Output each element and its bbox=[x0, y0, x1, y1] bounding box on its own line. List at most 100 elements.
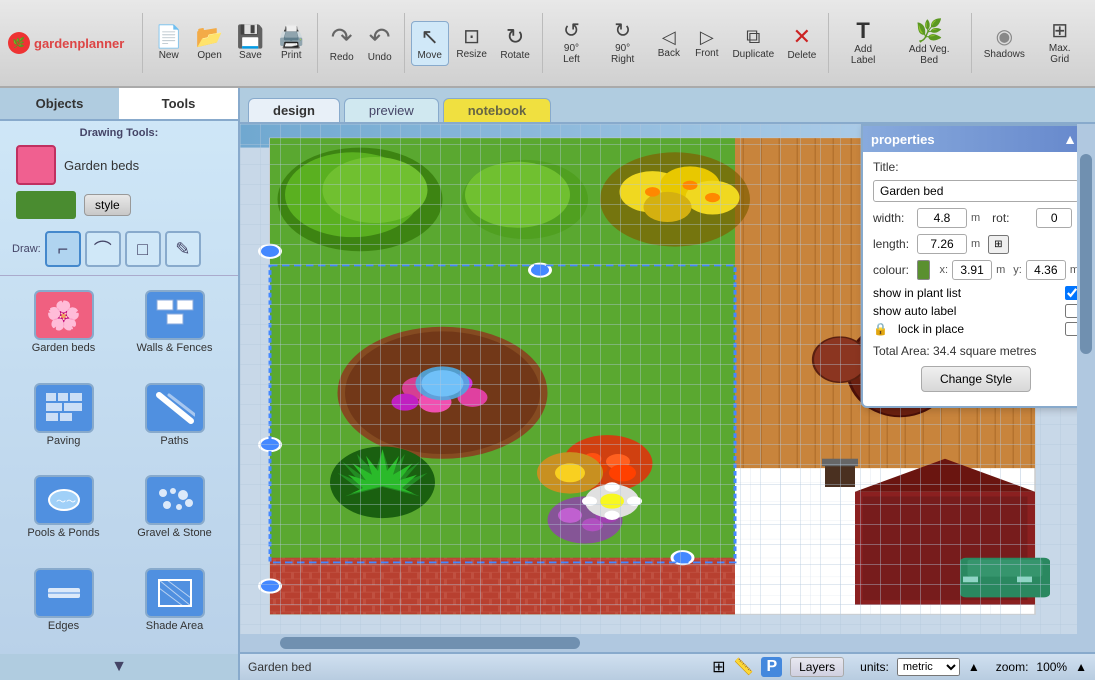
logo-icon: 🌿 bbox=[8, 32, 30, 54]
tool-duplicate[interactable]: ⧉ Duplicate bbox=[727, 23, 780, 64]
zoom-value: 100% bbox=[1036, 660, 1067, 674]
units-arrow: ▲ bbox=[968, 660, 980, 674]
max-grid-label: Max. Grid bbox=[1038, 43, 1080, 65]
bed-green-preview bbox=[16, 191, 76, 219]
toolbar-separator-5 bbox=[828, 13, 829, 73]
show-auto-label-label: show auto label bbox=[873, 304, 1059, 318]
tool-item-walls-fences[interactable]: Walls & Fences bbox=[123, 284, 226, 369]
tool-open[interactable]: 📂 Open bbox=[190, 22, 229, 65]
scroll-indicator: ▼ bbox=[0, 654, 238, 680]
tool-add-veg-bed[interactable]: 🌿 Add Veg. Bed bbox=[893, 16, 965, 70]
p-icon[interactable]: P bbox=[761, 657, 782, 677]
tool-move[interactable]: ↖ Move bbox=[411, 21, 449, 66]
tool-item-gravel-stone[interactable]: Gravel & Stone bbox=[123, 469, 226, 554]
save-icon: 💾 bbox=[237, 26, 264, 48]
length-adjust-btn[interactable]: ⊞ bbox=[988, 235, 1008, 254]
tool-front[interactable]: ▷ Front bbox=[689, 24, 725, 63]
garden-bed-label: Garden beds bbox=[64, 158, 139, 173]
handle-3 bbox=[260, 579, 281, 592]
horizontal-scrollbar-thumb[interactable] bbox=[280, 637, 580, 649]
canvas-wrapper[interactable]: properties ▲ Title: width: m rot: bbox=[240, 124, 1095, 652]
walls-fences-svg bbox=[155, 298, 195, 332]
colour-label: colour: bbox=[873, 263, 913, 277]
colour-picker[interactable] bbox=[917, 260, 930, 280]
title-input[interactable] bbox=[873, 180, 1079, 202]
tool-add-label[interactable]: T Add Label bbox=[835, 16, 891, 70]
max-grid-icon: ⊞ bbox=[1051, 21, 1068, 41]
tool-shadows[interactable]: ◉ Shadows bbox=[978, 23, 1030, 64]
status-garden-bed-label: Garden bed bbox=[248, 660, 704, 674]
left-panel: Objects Tools Drawing Tools: Garden beds… bbox=[0, 88, 240, 680]
tool-item-edges[interactable]: Edges bbox=[12, 562, 115, 647]
title-label: Title: bbox=[873, 160, 913, 174]
horizontal-scrollbar[interactable] bbox=[240, 634, 1095, 652]
tool-delete[interactable]: ✕ Delete bbox=[782, 22, 822, 65]
draw-square-btn[interactable]: □ bbox=[125, 231, 161, 267]
y-input[interactable] bbox=[1026, 260, 1066, 280]
tool-resize[interactable]: ⊡ Resize bbox=[451, 23, 493, 64]
shade-area-svg bbox=[155, 576, 195, 610]
draw-curve-btn[interactable]: ⌒ bbox=[85, 231, 121, 267]
panel-tabs: Objects Tools bbox=[0, 88, 238, 121]
style-button[interactable]: style bbox=[84, 194, 131, 216]
tab-design[interactable]: design bbox=[248, 98, 340, 122]
tool-item-pools-ponds[interactable]: 〜〜 Pools & Ponds bbox=[12, 469, 115, 554]
tab-tools[interactable]: Tools bbox=[119, 88, 238, 119]
vertical-scrollbar-thumb[interactable] bbox=[1080, 154, 1092, 354]
tab-preview[interactable]: preview bbox=[344, 98, 439, 122]
shadows-icon: ◉ bbox=[996, 27, 1013, 47]
ruler-icon[interactable]: 📏 bbox=[734, 657, 754, 677]
properties-body: Title: width: m rot: length: bbox=[863, 152, 1089, 406]
tool-undo[interactable]: ↶ Undo bbox=[362, 20, 398, 67]
duplicate-icon: ⧉ bbox=[746, 27, 760, 47]
units-select[interactable]: metric imperial bbox=[897, 658, 960, 676]
tool-item-garden-beds[interactable]: 🌸 Garden beds bbox=[12, 284, 115, 369]
app-name: gardenplanner bbox=[34, 36, 124, 51]
change-style-button[interactable]: Change Style bbox=[921, 366, 1031, 392]
length-input[interactable] bbox=[917, 234, 967, 254]
lock-in-place-label: lock in place bbox=[898, 322, 1059, 336]
main-area: Objects Tools Drawing Tools: Garden beds… bbox=[0, 88, 1095, 680]
delete-label: Delete bbox=[787, 50, 816, 61]
rot-input[interactable] bbox=[1036, 208, 1072, 228]
draw-freehand-btn[interactable]: ✎ bbox=[165, 231, 201, 267]
width-input[interactable] bbox=[917, 208, 967, 228]
vertical-scrollbar[interactable] bbox=[1077, 124, 1095, 634]
print-label: Print bbox=[281, 50, 302, 61]
tab-notebook[interactable]: notebook bbox=[443, 98, 552, 122]
width-unit: m bbox=[971, 212, 980, 224]
tool-save[interactable]: 💾 Save bbox=[231, 22, 270, 65]
tool-90right[interactable]: ↻ 90° Right bbox=[596, 17, 648, 69]
tool-item-shade-area[interactable]: Shade Area bbox=[123, 562, 226, 647]
zoom-arrow-up[interactable]: ▲ bbox=[1075, 660, 1087, 674]
lock-in-place-row: 🔒 lock in place bbox=[873, 322, 1079, 336]
rotate-label: Rotate bbox=[500, 50, 529, 61]
tool-print[interactable]: 🖨️ Print bbox=[272, 22, 311, 65]
tool-new[interactable]: 📄 New bbox=[149, 22, 188, 65]
back-icon: ◁ bbox=[662, 28, 676, 46]
edges-label: Edges bbox=[48, 620, 79, 632]
units-label: units: bbox=[860, 660, 889, 674]
tool-rotate[interactable]: ↻ Rotate bbox=[495, 22, 536, 65]
grid-icon[interactable]: ⊞ bbox=[712, 657, 725, 677]
tool-redo[interactable]: ↷ Redo bbox=[324, 20, 360, 67]
tool-back[interactable]: ◁ Back bbox=[651, 24, 687, 63]
tab-objects[interactable]: Objects bbox=[0, 88, 119, 119]
length-unit: m bbox=[971, 238, 980, 250]
tool-item-paths[interactable]: Paths bbox=[123, 377, 226, 462]
90left-label: 90° Left bbox=[555, 43, 589, 65]
paths-label: Paths bbox=[160, 435, 188, 447]
back-label: Back bbox=[658, 48, 680, 59]
layers-button[interactable]: Layers bbox=[790, 657, 844, 677]
bed-pink-preview bbox=[16, 145, 56, 185]
resize-icon: ⊡ bbox=[463, 27, 480, 47]
zoom-label: zoom: bbox=[996, 660, 1029, 674]
x-input[interactable] bbox=[952, 260, 992, 280]
shade-area-label: Shade Area bbox=[146, 620, 204, 632]
tool-max-grid[interactable]: ⊞ Max. Grid bbox=[1032, 17, 1086, 69]
resize-label: Resize bbox=[456, 49, 487, 60]
colour-row: colour: x: m y: m bbox=[873, 260, 1079, 280]
tool-item-paving[interactable]: Paving bbox=[12, 377, 115, 462]
tool-90left[interactable]: ↺ 90° Left bbox=[549, 17, 595, 69]
draw-rect-btn[interactable]: ⌐ bbox=[45, 231, 81, 267]
